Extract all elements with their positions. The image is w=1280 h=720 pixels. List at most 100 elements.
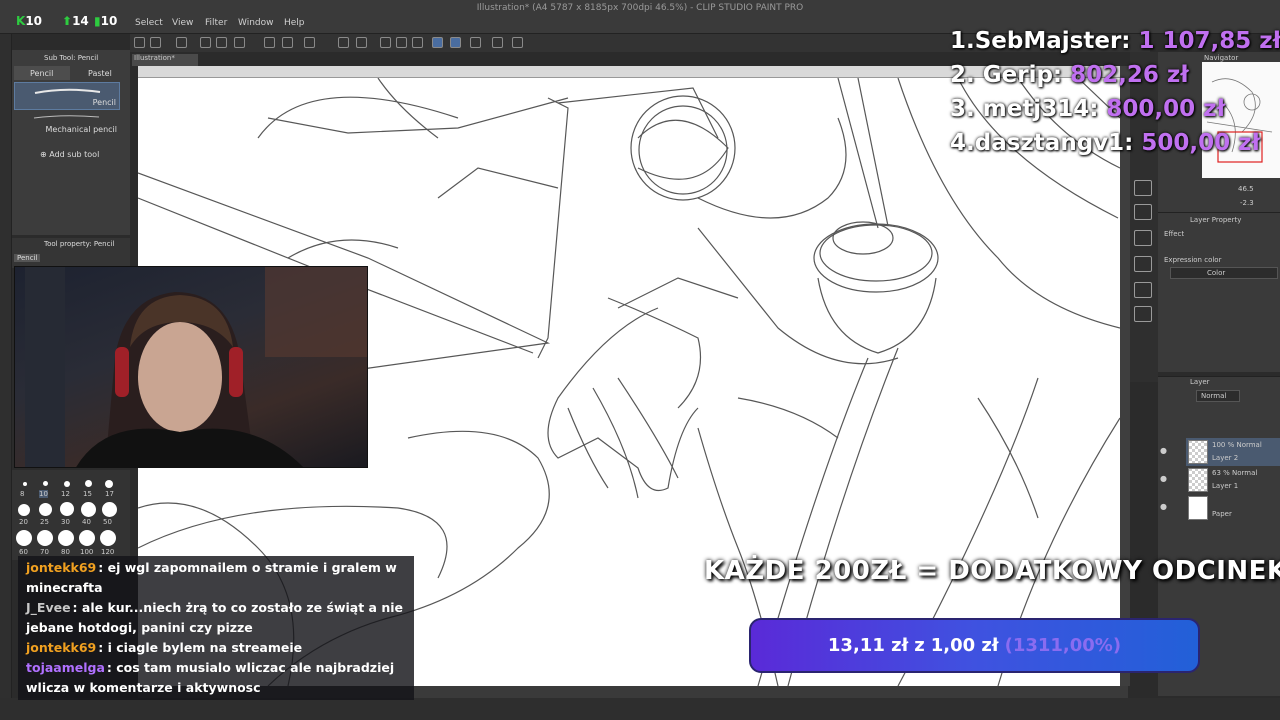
brush-size-label: 25 bbox=[40, 518, 49, 526]
document-tab[interactable]: Illustration* bbox=[132, 54, 198, 66]
export-icon[interactable] bbox=[216, 37, 227, 48]
navigator-title: Navigator bbox=[1204, 54, 1239, 62]
brush-size-dot[interactable] bbox=[85, 480, 92, 487]
brush-size-dot[interactable] bbox=[43, 481, 48, 486]
tab-pastel[interactable]: Pastel bbox=[72, 66, 128, 80]
save-icon[interactable] bbox=[200, 37, 211, 48]
panel-toggle-icon[interactable] bbox=[1134, 230, 1152, 246]
select-all-icon[interactable] bbox=[380, 37, 391, 48]
fill-icon[interactable] bbox=[234, 37, 245, 48]
donation-entry: 1.SebMajster: 1 107,85 zł bbox=[950, 28, 1280, 54]
brush-size-label: 8 bbox=[20, 490, 25, 498]
snap-ruler-icon[interactable] bbox=[432, 37, 443, 48]
brush-size-dot[interactable] bbox=[100, 530, 116, 546]
vertical-scrollbar[interactable] bbox=[1120, 66, 1130, 686]
eye-icon[interactable]: ● bbox=[1160, 502, 1167, 511]
layer-thumbnail bbox=[1188, 440, 1208, 464]
layer-property-title: Layer Property bbox=[1190, 216, 1242, 224]
layer-name: Layer 2 bbox=[1212, 454, 1239, 462]
brush-size-label: 10 bbox=[39, 490, 48, 498]
menu-select[interactable]: Select bbox=[135, 18, 163, 28]
layer-name: Paper bbox=[1212, 510, 1232, 518]
panel-toggle-icon[interactable] bbox=[1134, 204, 1152, 220]
brush-size-label: 30 bbox=[61, 518, 70, 526]
blend-mode-select[interactable]: Normal bbox=[1196, 390, 1240, 402]
counter-2: ⬆14 bbox=[62, 14, 89, 28]
tool-property-title: Tool property: Pencil bbox=[44, 240, 115, 248]
brush-size-label: 15 bbox=[83, 490, 92, 498]
crop-icon[interactable] bbox=[356, 37, 367, 48]
deselect-icon[interactable] bbox=[396, 37, 407, 48]
open-icon[interactable] bbox=[176, 37, 187, 48]
layer-panel-title: Layer bbox=[1190, 378, 1210, 386]
add-subtool-button[interactable]: ⊕ Add sub tool bbox=[40, 150, 99, 159]
brush-size-dot[interactable] bbox=[60, 502, 74, 516]
chat-message: jontekk69: ej wgl zapomnailem o stramie … bbox=[26, 558, 406, 598]
status-bar bbox=[0, 698, 1280, 720]
brush-size-dot[interactable] bbox=[64, 481, 70, 487]
donation-entry: 2. Gerip: 802,26 zł bbox=[950, 62, 1189, 88]
menu-window[interactable]: Window bbox=[238, 18, 274, 28]
panel-toggle-icon[interactable] bbox=[1134, 306, 1152, 322]
brush-size-dot[interactable] bbox=[16, 530, 32, 546]
navigator-rotation[interactable]: -2.3 bbox=[1240, 199, 1254, 207]
settings-icon[interactable] bbox=[512, 37, 523, 48]
panel-toggle-icon[interactable] bbox=[1134, 282, 1152, 298]
panel-toggle-icon[interactable] bbox=[1134, 256, 1152, 272]
chat-colon: : bbox=[72, 600, 82, 615]
loading-icon[interactable] bbox=[304, 37, 315, 48]
menu-help[interactable]: Help bbox=[284, 18, 305, 28]
subtool-panel-title: Sub Tool: Pencil bbox=[44, 54, 99, 62]
undo-icon[interactable] bbox=[264, 37, 275, 48]
expression-color-label: Expression color bbox=[1164, 256, 1222, 264]
menu-filter[interactable]: Filter bbox=[205, 18, 227, 28]
eye-icon[interactable]: ● bbox=[1160, 446, 1167, 455]
tool-strip bbox=[0, 34, 12, 720]
chat-message: J_Evee: ale kur...niech żrą to co został… bbox=[26, 598, 406, 638]
snap-special-icon[interactable] bbox=[450, 37, 461, 48]
menu-icon[interactable] bbox=[134, 37, 145, 48]
goal-current: 13,11 zł bbox=[827, 635, 909, 656]
chat-text: ale kur...niech żrą to co zostało ze świ… bbox=[26, 600, 403, 635]
brush-size-label: 60 bbox=[19, 548, 28, 556]
chat-colon: : bbox=[98, 640, 108, 655]
brush-size-label: 50 bbox=[103, 518, 112, 526]
brush-mechanical-label: Mechanical pencil bbox=[45, 125, 117, 134]
brush-size-dot[interactable] bbox=[105, 480, 113, 488]
eye-icon[interactable]: ● bbox=[1160, 474, 1167, 483]
redo-icon[interactable] bbox=[282, 37, 293, 48]
invert-icon[interactable] bbox=[412, 37, 423, 48]
navigator-zoom[interactable]: 46.5 bbox=[1238, 185, 1254, 193]
brush-size-label: 40 bbox=[82, 518, 91, 526]
brush-size-dot[interactable] bbox=[58, 530, 74, 546]
paper-thumbnail bbox=[1188, 496, 1208, 520]
ruler-icon[interactable] bbox=[492, 37, 503, 48]
goal-caption: KAŻDE 200ZŁ = DODATKOWY ODCINEK bbox=[704, 556, 1280, 586]
brush-size-label: 17 bbox=[105, 490, 114, 498]
new-icon[interactable] bbox=[150, 37, 161, 48]
layer-opacity: 63 % Normal bbox=[1212, 469, 1258, 477]
brush-mechanical-pencil[interactable]: Mechanical pencil bbox=[14, 112, 120, 136]
plus-icon: ⊕ bbox=[40, 150, 47, 159]
brush-size-dot[interactable] bbox=[39, 503, 52, 516]
brush-stroke-preview-2 bbox=[33, 115, 100, 119]
menu-view[interactable]: View bbox=[172, 18, 193, 28]
brush-size-dot[interactable] bbox=[81, 502, 96, 517]
chat-username: tojaamelga bbox=[26, 660, 105, 675]
brush-size-dot[interactable] bbox=[23, 482, 27, 486]
tab-pencil[interactable]: Pencil bbox=[14, 66, 70, 80]
brush-size-label: 70 bbox=[40, 548, 49, 556]
panel-toggle-icon[interactable] bbox=[1134, 180, 1152, 196]
brush-size-dot[interactable] bbox=[18, 504, 30, 516]
donation-goal-bar: 13,11 zł z 1,00 zł (1311,00%) bbox=[749, 618, 1200, 673]
brush-size-dot[interactable] bbox=[79, 530, 95, 546]
expression-color-select[interactable]: Color bbox=[1170, 267, 1278, 279]
brush-pencil[interactable]: Pencil bbox=[14, 82, 120, 110]
brush-size-dot[interactable] bbox=[37, 530, 53, 546]
brush-size-dot[interactable] bbox=[102, 502, 117, 517]
donation-entry: 4.dasztangv1: 500,00 zł bbox=[950, 130, 1261, 156]
tool-property-name: Pencil bbox=[14, 254, 41, 262]
transform-icon[interactable] bbox=[338, 37, 349, 48]
goal-percent: (1311,00%) bbox=[1004, 635, 1122, 656]
grid-icon[interactable] bbox=[470, 37, 481, 48]
